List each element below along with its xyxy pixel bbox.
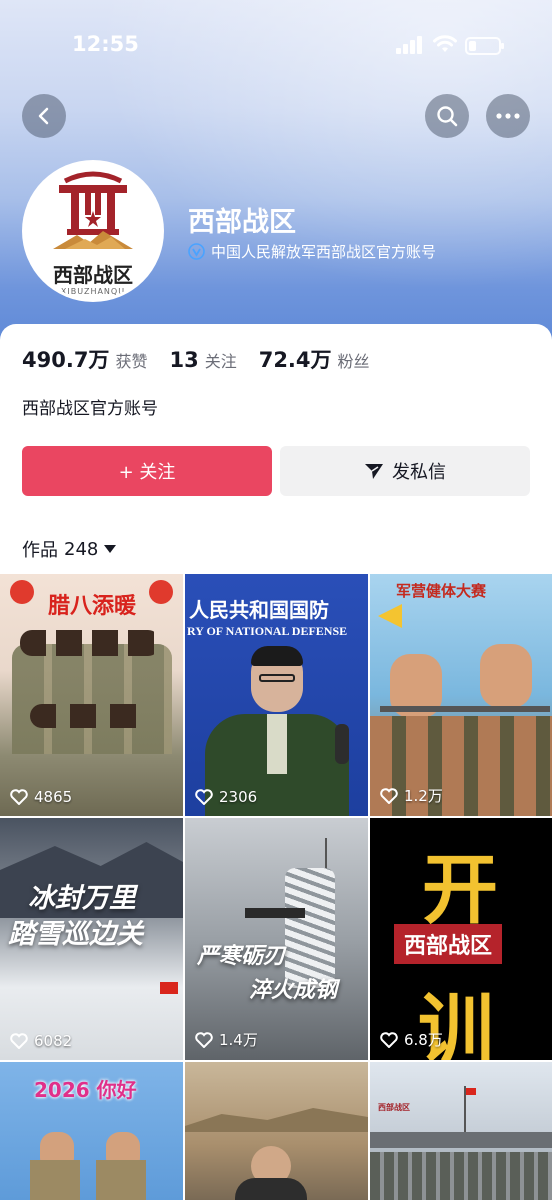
- more-options-button[interactable]: [486, 94, 530, 138]
- search-icon: [437, 106, 458, 127]
- avatar-label: 西部战区: [53, 263, 133, 287]
- video-thumbnail[interactable]: 军营健体大赛 1.2万: [370, 574, 552, 816]
- likes-label: 获赞: [115, 352, 148, 371]
- heart-icon: [10, 789, 28, 805]
- video-caption: 2026 你好: [34, 1078, 137, 1102]
- video-caption: 人民共和国国防: [189, 598, 329, 622]
- search-button[interactable]: [425, 94, 469, 138]
- avatar[interactable]: 西部战区 XIBUZHANQU: [22, 160, 164, 302]
- video-caption: 严寒砺刃: [197, 944, 286, 969]
- status-time: 12:55: [72, 32, 139, 56]
- video-thumbnail[interactable]: [185, 1062, 368, 1200]
- battery-icon: [465, 37, 504, 55]
- video-caption: 军营健体大赛: [396, 582, 487, 600]
- video-caption: 冰封万里: [28, 883, 136, 914]
- verification-badge: 中国人民解放军西部战区官方账号: [188, 241, 436, 262]
- western-theater-emblem-icon: [53, 171, 133, 249]
- video-thumbnail[interactable]: 严寒砺刃 淬火成钢 1.4万: [185, 818, 368, 1060]
- likes-count: 490.7万: [22, 348, 110, 372]
- video-thumbnail[interactable]: 开 西部战区 训 6.8万: [370, 818, 552, 1060]
- video-caption: 西部战区: [378, 1103, 410, 1112]
- send-message-icon: [364, 462, 384, 480]
- verification-text: 中国人民解放军西部战区官方账号: [211, 243, 437, 261]
- video-thumbnail[interactable]: 腊八添暖 4865: [0, 574, 183, 816]
- cellular-signal-icon: [396, 36, 424, 54]
- video-like-count: 1.2万: [380, 785, 443, 806]
- works-label: 作品: [22, 540, 58, 561]
- avatar-sublabel: XIBUZHANQU: [60, 287, 126, 296]
- heart-icon: [380, 1031, 398, 1048]
- video-caption-line2: 淬火成钢: [249, 978, 338, 1003]
- video-caption: 腊八添暖: [48, 594, 137, 619]
- like-count-text: 2306: [219, 788, 258, 806]
- profile-card: 490.7万 获赞 13 关注 72.4万 粉丝 西部战区官方账号 + 关注 发…: [0, 324, 552, 1200]
- video-like-count: 1.4万: [195, 1029, 258, 1050]
- video-thumbnail[interactable]: 人民共和国国防 RY OF NATIONAL DEFENSE 2306: [185, 574, 368, 816]
- follow-button-label: + 关注: [118, 462, 176, 483]
- video-like-count: 6.8万: [380, 1029, 443, 1050]
- video-caption-en: RY OF NATIONAL DEFENSE: [187, 624, 348, 638]
- like-count-text: 6082: [34, 1032, 73, 1050]
- profile-name: 西部战区: [188, 207, 296, 238]
- video-like-count: 4865: [10, 788, 72, 806]
- profile-bio: 西部战区官方账号: [22, 399, 158, 419]
- chevron-left-icon: [38, 107, 49, 125]
- video-caption-line2: 踏雪巡边关: [8, 919, 143, 950]
- back-button[interactable]: [22, 94, 66, 138]
- video-caption-banner: 西部战区: [394, 924, 503, 964]
- heart-icon: [380, 787, 398, 804]
- video-thumbnail[interactable]: 冰封万里 踏雪巡边关 6082: [0, 818, 183, 1060]
- verified-icon: [188, 243, 205, 260]
- works-tab-selector[interactable]: 作品 248: [22, 536, 117, 562]
- video-like-count: 6082: [10, 1032, 72, 1050]
- profile-stats: 490.7万 获赞 13 关注 72.4万 粉丝: [22, 344, 392, 374]
- like-count-text: 4865: [34, 788, 73, 806]
- video-thumbnail[interactable]: 西部战区: [370, 1062, 552, 1200]
- send-message-button[interactable]: 发私信: [280, 446, 530, 496]
- send-message-label: 发私信: [392, 462, 446, 483]
- like-count-text: 6.8万: [404, 1031, 443, 1049]
- wifi-icon: [433, 35, 457, 52]
- video-caption: 开: [422, 845, 498, 934]
- heart-icon: [10, 1033, 28, 1049]
- heart-icon: [195, 1031, 213, 1048]
- followers-label[interactable]: 粉丝: [338, 348, 370, 372]
- works-count: 248: [64, 538, 99, 560]
- following-label[interactable]: 关注: [205, 348, 237, 372]
- following-count[interactable]: 13: [169, 348, 198, 372]
- video-like-count: 2306: [195, 788, 257, 806]
- like-count-text: 1.4万: [219, 1031, 258, 1049]
- status-bar: 12:55: [0, 32, 552, 60]
- video-thumbnail[interactable]: 2026 你好: [0, 1062, 183, 1200]
- follow-button[interactable]: + 关注: [22, 446, 272, 496]
- more-dots-icon: [496, 113, 520, 119]
- heart-icon: [195, 789, 213, 805]
- like-count-text: 1.2万: [404, 787, 443, 805]
- followers-count[interactable]: 72.4万: [259, 344, 332, 374]
- caret-down-icon: [104, 545, 117, 553]
